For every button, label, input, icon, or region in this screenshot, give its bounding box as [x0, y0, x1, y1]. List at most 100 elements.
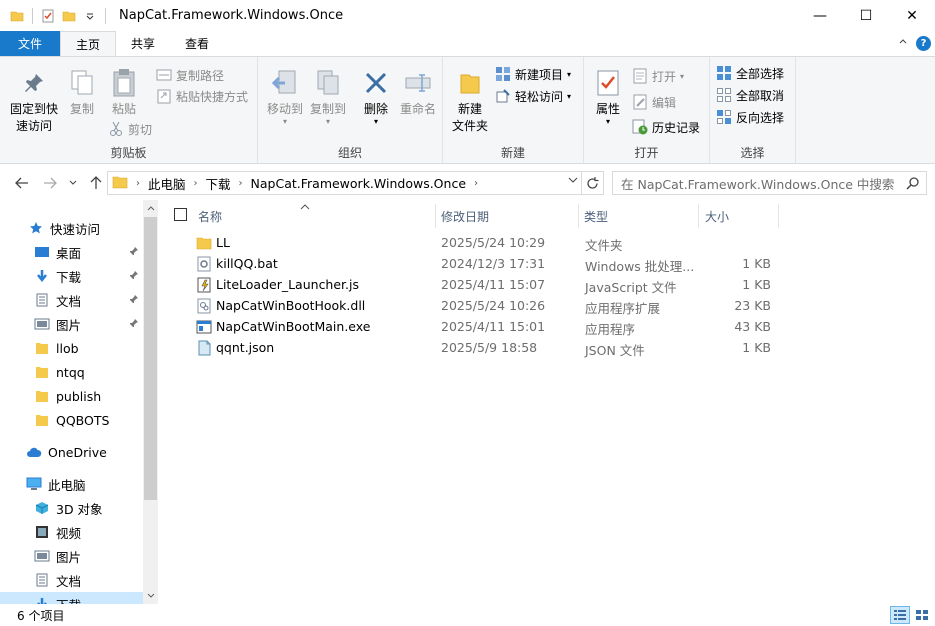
forward-button[interactable]	[40, 173, 60, 193]
select-all-checkbox[interactable]	[174, 208, 187, 221]
pin-icon[interactable]	[129, 246, 139, 259]
new-group: 新建 文件夹 新建项目 ▾ 轻松访问 ▾ 新建	[443, 57, 584, 163]
nav-this-pc[interactable]: 此电脑	[26, 472, 143, 496]
properties-button[interactable]: 属性 ▾	[588, 67, 628, 126]
copy-to-button[interactable]: 复制到 ▾	[306, 67, 350, 126]
new-folder-icon[interactable]	[60, 7, 78, 25]
close-button[interactable]: ✕	[889, 0, 935, 31]
column-header-date[interactable]: 修改日期	[441, 204, 489, 228]
column-divider[interactable]	[578, 204, 579, 228]
address-dropdown-icon[interactable]	[568, 176, 578, 187]
select-none-button[interactable]: 全部取消	[716, 84, 784, 106]
tab-view[interactable]: 查看	[170, 31, 224, 56]
chevron-right-icon[interactable]: ›	[239, 178, 243, 189]
copy-path-button[interactable]: 复制路径	[156, 64, 224, 86]
nav-onedrive[interactable]: OneDrive	[26, 440, 143, 464]
table-row[interactable]: killQQ.bat 2024/12/3 17:31 Windows 批处理..…	[160, 254, 780, 275]
invert-selection-button[interactable]: 反向选择	[716, 106, 784, 128]
minimize-button[interactable]: —	[797, 0, 843, 31]
edit-button[interactable]: 编辑	[632, 91, 676, 113]
new-folder-button[interactable]: 新建 文件夹	[447, 67, 493, 135]
search-icon[interactable]	[906, 176, 920, 193]
back-button[interactable]	[12, 173, 32, 193]
nav-item-documents[interactable]: 文档	[34, 288, 143, 312]
column-header-type[interactable]: 类型	[584, 204, 608, 228]
pin-icon[interactable]	[129, 270, 139, 283]
nav-item-pc-downloads[interactable]: 下载	[0, 592, 143, 604]
nav-item-3d-objects[interactable]: 3D 对象	[34, 496, 143, 520]
move-to-button[interactable]: 移动到 ▾	[263, 67, 307, 126]
copy-button[interactable]: 复制	[62, 67, 102, 118]
expand-ribbon-icon[interactable]	[898, 37, 908, 50]
breadcrumb-downloads[interactable]: 下载	[206, 174, 231, 193]
paste-shortcut-button[interactable]: 粘贴快捷方式	[156, 85, 248, 107]
search-box[interactable]: 在 NapCat.Framework.Windows.Once 中搜索	[612, 171, 927, 195]
pin-to-quick-access-button[interactable]: 固定到快 速访问	[6, 67, 62, 135]
chevron-right-icon[interactable]: ›	[136, 178, 140, 189]
breadcrumb-current-folder[interactable]: NapCat.Framework.Windows.Once	[251, 176, 466, 191]
nav-item-pc-pictures[interactable]: 图片	[34, 544, 143, 568]
nav-item-desktop[interactable]: 桌面	[34, 240, 143, 264]
file-type: JSON 文件	[585, 343, 645, 358]
table-row[interactable]: NapCatWinBootMain.exe 2025/4/11 15:01 应用…	[160, 317, 780, 338]
column-divider[interactable]	[778, 204, 779, 228]
easy-access-label: 轻松访问	[515, 89, 564, 104]
table-row[interactable]: qqnt.json 2025/5/9 18:58 JSON 文件 1 KB	[160, 338, 780, 359]
paste-button[interactable]: 粘贴	[104, 67, 144, 118]
column-divider[interactable]	[698, 204, 699, 228]
nav-label: 文档	[56, 293, 82, 309]
details-view-button[interactable]	[890, 606, 910, 624]
table-row[interactable]: LiteLoader_Launcher.js 2025/4/11 15:07 J…	[160, 275, 780, 296]
tab-home[interactable]: 主页	[60, 31, 117, 56]
pin-icon[interactable]	[129, 294, 139, 307]
maximize-button[interactable]: ☐	[843, 0, 889, 31]
pin-icon[interactable]	[129, 318, 139, 331]
nav-item-pc-documents[interactable]: 文档	[34, 568, 143, 592]
large-icons-view-button[interactable]	[912, 606, 932, 624]
refresh-button[interactable]	[582, 171, 604, 195]
table-row[interactable]: LL 2025/5/24 10:29 文件夹	[160, 233, 780, 254]
tab-share[interactable]: 共享	[116, 31, 170, 56]
table-row[interactable]: NapCatWinBootHook.dll 2025/5/24 10:26 应用…	[160, 296, 780, 317]
nav-item-llob[interactable]: llob	[34, 336, 143, 360]
copy-label: 复制	[69, 102, 94, 116]
chevron-right-icon[interactable]: ›	[194, 178, 198, 189]
column-header-size[interactable]: 大小	[705, 204, 729, 228]
nav-item-downloads[interactable]: 下载	[34, 264, 143, 288]
column-header-name[interactable]: 名称	[198, 204, 222, 228]
rename-button[interactable]: 重命名	[396, 67, 440, 118]
navigation-scrollbar[interactable]	[143, 200, 158, 604]
recent-locations-button[interactable]	[63, 173, 83, 193]
column-divider[interactable]	[435, 204, 436, 228]
file-size: 23 KB	[734, 298, 771, 313]
nav-quick-access[interactable]: 快速访问	[28, 216, 143, 240]
open-icon	[632, 68, 648, 84]
customize-toolbar-icon[interactable]	[81, 7, 99, 25]
delete-button[interactable]: 删除 ▾	[356, 67, 396, 126]
tab-file[interactable]: 文件	[0, 31, 60, 56]
nav-item-videos[interactable]: 视频	[34, 520, 143, 544]
nav-item-qqbots[interactable]: QQBOTS	[34, 408, 143, 432]
address-bar[interactable]: › 此电脑 › 下载 › NapCat.Framework.Windows.On…	[107, 171, 582, 195]
breadcrumb-this-pc[interactable]: 此电脑	[148, 174, 186, 193]
nav-item-publish[interactable]: publish	[34, 384, 143, 408]
open-button[interactable]: 打开 ▾	[632, 65, 684, 87]
up-button[interactable]	[86, 173, 106, 193]
easy-access-button[interactable]: 轻松访问 ▾	[495, 85, 571, 107]
paste-shortcut-label: 粘贴快捷方式	[176, 89, 249, 104]
cut-button[interactable]: 剪切	[108, 118, 152, 140]
help-icon[interactable]: ?	[916, 36, 931, 51]
scrollbar-thumb[interactable]	[144, 217, 157, 500]
chevron-right-icon[interactable]: ›	[474, 178, 478, 189]
nav-item-ntqq[interactable]: ntqq	[34, 360, 143, 384]
select-none-label: 全部取消	[736, 88, 785, 103]
scroll-down-icon[interactable]	[143, 588, 158, 604]
ribbon-controls: ?	[898, 31, 931, 56]
select-none-icon	[716, 87, 732, 103]
nav-item-pictures[interactable]: 图片	[34, 312, 143, 336]
properties-icon[interactable]	[39, 7, 57, 25]
history-button[interactable]: 历史记录	[632, 116, 700, 138]
select-all-button[interactable]: 全部选择	[716, 62, 784, 84]
scroll-up-icon[interactable]	[143, 200, 158, 216]
new-item-button[interactable]: 新建项目 ▾	[495, 63, 571, 85]
